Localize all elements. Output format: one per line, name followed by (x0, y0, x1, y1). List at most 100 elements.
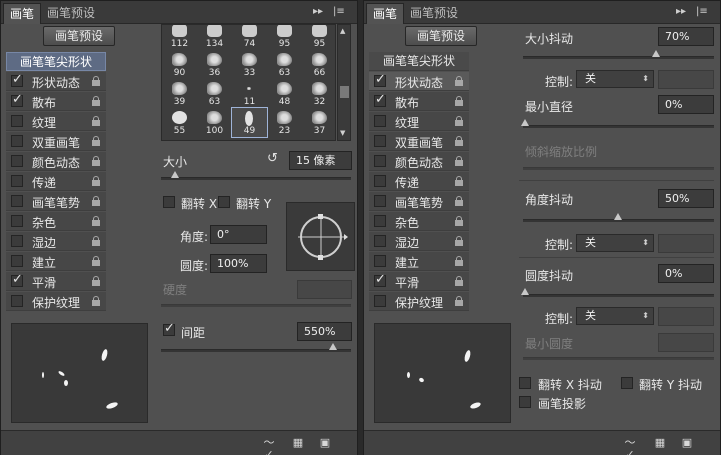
option-checkbox[interactable] (374, 195, 386, 207)
list-item[interactable]: 纹理 (369, 112, 469, 131)
option-checkbox[interactable] (374, 215, 386, 227)
lock-icon[interactable] (455, 76, 463, 86)
roundness-field[interactable]: 100% (210, 254, 267, 273)
grid-icon[interactable]: ▦ (654, 437, 666, 449)
lock-icon[interactable] (455, 276, 463, 286)
brush-tip-cell[interactable]: 33 (232, 50, 267, 79)
option-checkbox[interactable] (11, 175, 23, 187)
option-checkbox[interactable] (374, 135, 386, 147)
min-diameter-knob[interactable] (521, 119, 529, 126)
brush-tip-cell[interactable]: 39 (162, 79, 197, 108)
list-item[interactable]: 画笔笔势 (6, 192, 106, 211)
brush-tip-cell[interactable]: 134 (197, 25, 232, 50)
scroll-up-icon[interactable]: ▲ (340, 27, 345, 35)
brush-tip-cell[interactable]: 100 (197, 108, 232, 137)
list-item[interactable]: 保护纹理 (6, 292, 106, 311)
lock-icon[interactable] (92, 296, 100, 306)
brush-tip-cell[interactable]: 32 (302, 79, 335, 108)
tab-brush-presets[interactable]: 画笔预设 (404, 3, 464, 24)
spacing-checkbox[interactable]: ✓ (163, 321, 175, 336)
lock-icon[interactable] (455, 116, 463, 126)
brush-tip-cell[interactable]: 63 (267, 50, 302, 79)
lock-icon[interactable] (455, 216, 463, 226)
brush-tip-cell[interactable]: 112 (162, 25, 197, 50)
flip-y-jitter-checkbox[interactable] (621, 377, 633, 389)
list-item-tip-shape[interactable]: 画笔笔尖形状 (369, 52, 469, 71)
roundness-jitter-slider[interactable] (521, 288, 714, 297)
list-item[interactable]: 传递 (6, 172, 106, 191)
brush-tip-cell[interactable]: 90 (162, 50, 197, 79)
flip-x-jitter-checkbox[interactable] (519, 377, 531, 389)
min-diameter-field[interactable]: 0% (658, 95, 714, 114)
list-item[interactable]: 传递 (369, 172, 469, 191)
list-item[interactable]: ✓ 散布 (369, 92, 469, 111)
spacing-slider[interactable] (161, 343, 351, 352)
list-item[interactable]: 双重画笔 (6, 132, 106, 151)
lock-icon[interactable] (455, 96, 463, 106)
option-checkbox[interactable] (374, 295, 386, 307)
option-checkbox[interactable]: ✓ (374, 272, 386, 287)
option-checkbox[interactable] (374, 155, 386, 167)
panel-menu-icon[interactable]: |≡ (696, 5, 708, 19)
list-item[interactable]: 杂色 (369, 212, 469, 231)
option-checkbox[interactable]: ✓ (11, 92, 23, 107)
brush-tip-cell[interactable]: 63 (197, 79, 232, 108)
spacing-field[interactable]: 550% (297, 322, 352, 341)
list-item[interactable]: 保护纹理 (369, 292, 469, 311)
angle-jitter-knob[interactable] (614, 213, 622, 220)
reset-size-icon[interactable]: ↺ (267, 151, 278, 166)
size-jitter-field[interactable]: 70% (658, 27, 714, 46)
option-checkbox[interactable] (11, 235, 23, 247)
option-checkbox[interactable] (374, 175, 386, 187)
lock-icon[interactable] (92, 156, 100, 166)
tab-brush[interactable]: 画笔 (366, 3, 405, 24)
flip-x-checkbox[interactable] (163, 196, 175, 208)
grid-scrollbar[interactable]: ▲ ▼ (337, 24, 351, 141)
lock-icon[interactable] (455, 196, 463, 206)
option-checkbox[interactable] (11, 115, 23, 127)
list-item[interactable]: 颜色动态 (6, 152, 106, 171)
angle-jitter-field[interactable]: 50% (658, 189, 714, 208)
lock-icon[interactable] (455, 236, 463, 246)
size-jitter-slider[interactable] (523, 50, 714, 59)
brush-tip-cell[interactable]: 95 (267, 25, 302, 50)
flip-y-checkbox[interactable] (218, 196, 230, 208)
brush-tip-cell[interactable]: 23 (267, 108, 302, 137)
option-checkbox[interactable] (11, 255, 23, 267)
angle-control-select[interactable]: 关 ⬍ (576, 234, 654, 252)
lock-icon[interactable] (92, 216, 100, 226)
option-checkbox[interactable] (374, 255, 386, 267)
size-jitter-knob[interactable] (652, 50, 660, 57)
min-diameter-slider[interactable] (521, 119, 714, 128)
brush-tip-cell[interactable]: 66 (302, 50, 335, 79)
lock-icon[interactable] (92, 196, 100, 206)
lock-icon[interactable] (92, 136, 100, 146)
lock-icon[interactable] (455, 136, 463, 146)
lock-icon[interactable] (92, 276, 100, 286)
spacing-slider-knob[interactable] (329, 343, 337, 350)
grid-icon[interactable]: ▦ (292, 437, 304, 449)
size-field[interactable]: 15 像素 (289, 151, 352, 170)
brush-tip-cell[interactable]: 11 (232, 79, 267, 108)
list-item[interactable]: ✓ 平滑 (369, 272, 469, 291)
option-checkbox[interactable] (11, 215, 23, 227)
list-item[interactable]: 双重画笔 (369, 132, 469, 151)
option-checkbox[interactable] (11, 155, 23, 167)
option-checkbox[interactable] (374, 115, 386, 127)
angle-roundness-widget[interactable] (286, 202, 355, 271)
list-item[interactable]: 颜色动态 (369, 152, 469, 171)
list-item-tip-shape[interactable]: 画笔笔尖形状 (6, 52, 106, 71)
list-item[interactable]: ✓ 平滑 (6, 272, 106, 291)
option-checkbox[interactable] (11, 195, 23, 207)
roundness-jitter-knob[interactable] (521, 288, 529, 295)
lock-icon[interactable] (92, 176, 100, 186)
brush-tip-grid[interactable]: 112 134 74 95 95 90 36 33 63 66 39 63 11 48 32 55 100 49 2… (161, 24, 336, 141)
toggle-bristle-preview-icon[interactable]: 〜✓ (622, 437, 638, 455)
brush-tip-cell[interactable]: 36 (197, 50, 232, 79)
list-item[interactable]: 画笔笔势 (369, 192, 469, 211)
tab-brush-presets[interactable]: 画笔预设 (41, 3, 101, 24)
panel-menu-icon[interactable]: |≡ (333, 5, 345, 19)
list-item[interactable]: ✓ 形状动态 (369, 72, 469, 91)
option-checkbox[interactable]: ✓ (11, 272, 23, 287)
option-checkbox[interactable]: ✓ (11, 72, 23, 87)
